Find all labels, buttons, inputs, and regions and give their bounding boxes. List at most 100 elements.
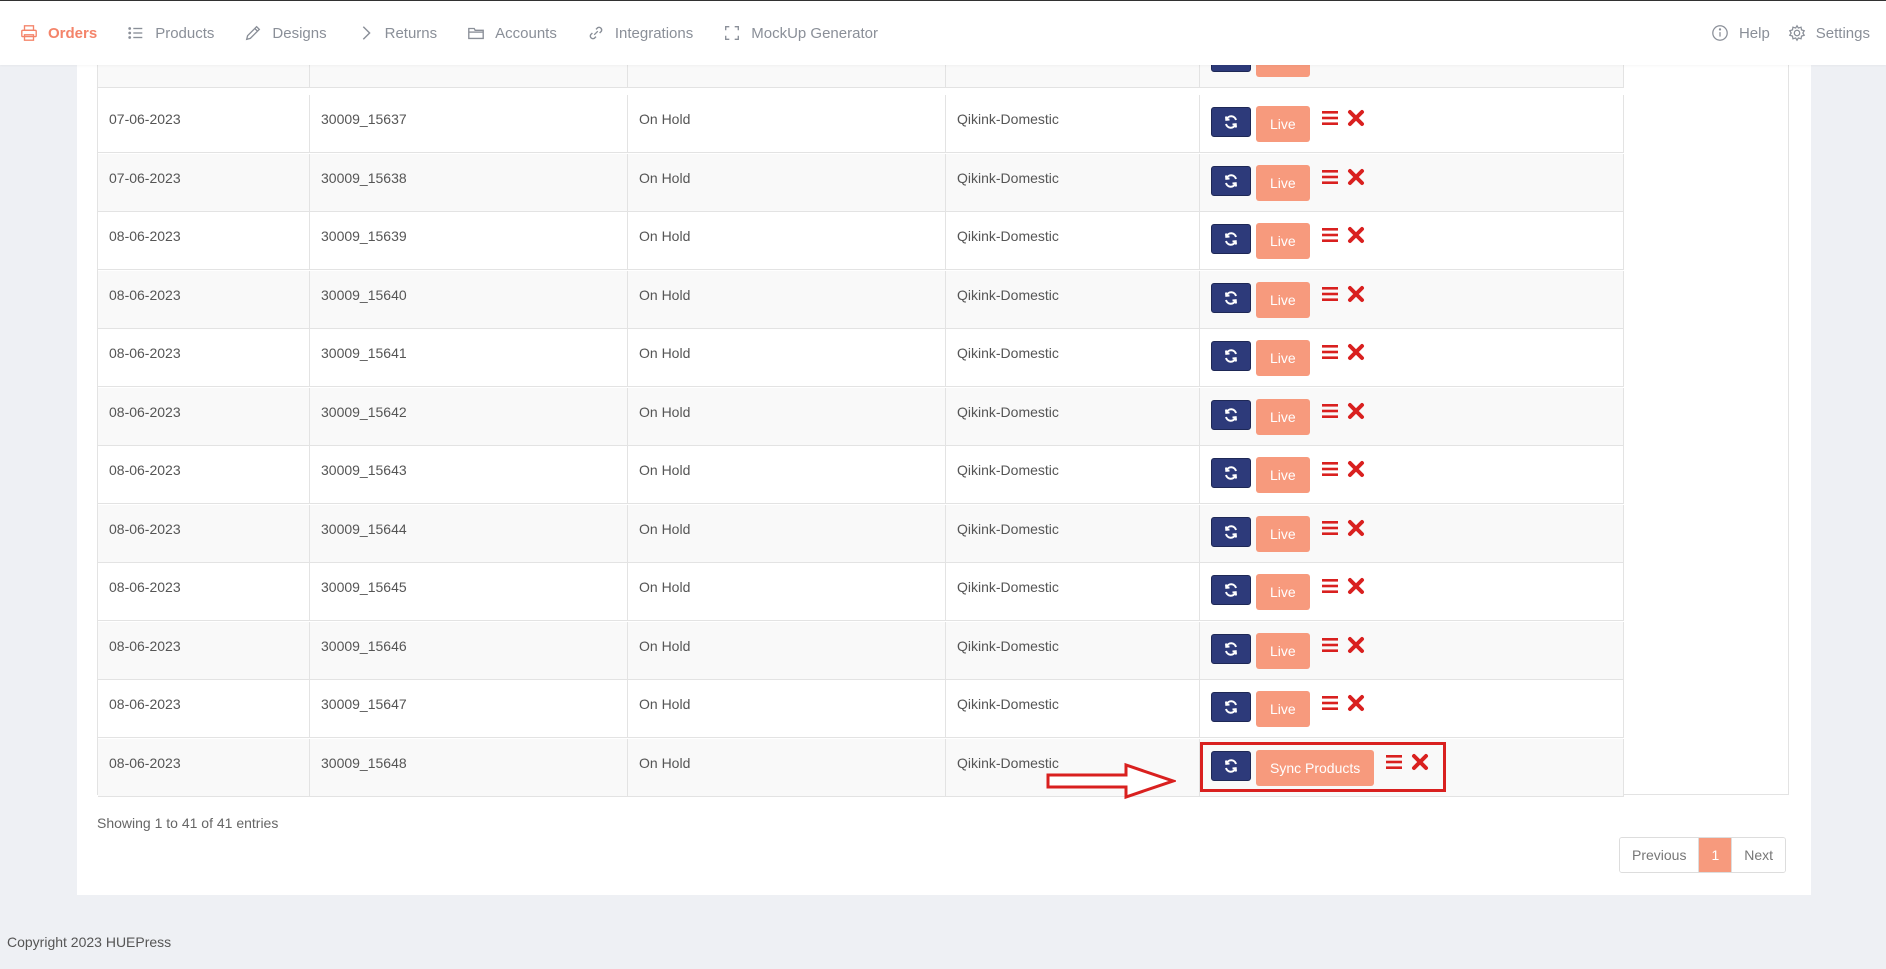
menu-icon[interactable] [1319, 634, 1341, 656]
live-button[interactable]: Live [1256, 574, 1310, 610]
info-icon [1711, 24, 1729, 42]
cell-status: On Hold [628, 504, 946, 562]
nav-item-returns[interactable]: Returns [357, 24, 437, 42]
live-button[interactable]: Live [1256, 632, 1310, 669]
cell-shop: Qikink-Domestic [946, 563, 1200, 620]
footer-copyright: Copyright 2023 HUEPress [7, 934, 172, 950]
nav-item-integrations[interactable]: Integrations [587, 24, 693, 42]
cell-status: On Hold [628, 212, 946, 269]
cell-order-id: 30009_15645 [310, 563, 628, 620]
delete-icon[interactable] [1346, 166, 1366, 188]
cell-date: 08-06-2023 [98, 387, 310, 445]
cell-status: On Hold [628, 563, 946, 620]
sync-button[interactable] [1211, 282, 1251, 313]
delete-icon[interactable] [1346, 283, 1366, 305]
entries-info: Showing 1 to 41 of 41 entries [97, 815, 279, 831]
delete-icon[interactable] [1346, 458, 1366, 480]
cell-order-id: 30009_15638 [310, 153, 628, 211]
cell-order-id: 30009_15642 [310, 387, 628, 445]
cell-status: On Hold [628, 329, 946, 386]
delete-icon[interactable] [1346, 107, 1366, 129]
delete-icon[interactable] [1346, 634, 1366, 656]
nav-item-accounts[interactable]: Accounts [467, 24, 557, 42]
refresh-icon [1225, 583, 1237, 597]
live-button[interactable]: Live [1256, 281, 1310, 318]
delete-icon[interactable] [1346, 692, 1366, 714]
nav-label: Help [1738, 24, 1770, 42]
menu-icon[interactable] [1319, 107, 1341, 129]
refresh-icon [1225, 232, 1237, 246]
nav-item-orders[interactable]: Orders [20, 24, 97, 42]
sync-button[interactable] [1211, 107, 1251, 137]
delete-icon[interactable] [1346, 341, 1366, 363]
sync-button[interactable] [1211, 458, 1251, 488]
previous-page-button[interactable]: Previous [1620, 838, 1699, 872]
menu-icon[interactable] [1319, 575, 1341, 597]
menu-icon[interactable] [1319, 166, 1341, 188]
page-1-button[interactable]: 1 [1698, 838, 1732, 872]
live-button[interactable]: Live [1256, 691, 1310, 727]
live-button[interactable]: Live [1256, 340, 1310, 376]
sync-button[interactable] [1211, 575, 1251, 605]
nav-item-help[interactable]: Help [1711, 24, 1770, 42]
nav-item-settings[interactable]: Settings [1788, 24, 1870, 42]
cell-shop: Qikink-Domestic [946, 95, 1200, 152]
sync-button[interactable] [1211, 399, 1251, 430]
table-row: 08-06-2023 30009_15646 On Hold Qikink-Domes… [98, 621, 1624, 680]
cell-order-id: 30009_15640 [310, 270, 628, 328]
top-navbar: Orders Products Designs Returns Accounts [0, 1, 1886, 65]
refresh-icon [1225, 115, 1237, 129]
cell-shop: Qikink-Domestic [946, 212, 1200, 269]
delete-icon[interactable] [1346, 224, 1366, 246]
cell-shop: Qikink-Domestic [946, 153, 1200, 211]
nav-label: Orders [48, 24, 98, 42]
live-button[interactable]: Live [1256, 164, 1310, 201]
pencil-icon [244, 24, 262, 42]
sync-button[interactable] [1211, 692, 1251, 722]
cell-order-id: 30009_15641 [310, 329, 628, 386]
cell-shop: Qikink-Domestic [946, 621, 1200, 679]
menu-icon[interactable] [1319, 458, 1341, 480]
cell-date: 08-06-2023 [98, 446, 310, 503]
nav-item-designs[interactable]: Designs [244, 24, 327, 42]
cell-shop: Qikink-Domestic [946, 680, 1200, 737]
nav-item-products[interactable]: Products [127, 24, 214, 42]
menu-icon[interactable] [1319, 224, 1341, 246]
delete-icon[interactable] [1346, 517, 1366, 539]
cell-date: 08-06-2023 [98, 212, 310, 269]
live-button[interactable]: Live [1256, 106, 1310, 142]
refresh-icon [1225, 290, 1237, 305]
cell-status: On Hold [628, 621, 946, 679]
menu-icon[interactable] [1319, 400, 1341, 422]
menu-icon[interactable] [1319, 283, 1341, 305]
table-row: 08-06-2023 30009_15644 On Hold Qikink-Domes… [98, 504, 1624, 563]
sync-button[interactable] [1211, 341, 1251, 371]
sync-button[interactable] [1211, 165, 1251, 196]
nav-label: Designs [272, 24, 327, 42]
sync-button[interactable] [1211, 224, 1251, 254]
live-button[interactable]: Live [1256, 515, 1310, 552]
cell-date: 07-06-2023 [98, 95, 310, 152]
menu-icon[interactable] [1319, 517, 1341, 539]
cell-order-id: 30009_15637 [310, 95, 628, 152]
cell-actions: Live [1200, 446, 1624, 503]
delete-icon[interactable] [1346, 575, 1366, 597]
nav-label: Products [155, 24, 215, 42]
nav-item-mockup-generator[interactable]: MockUp Generator [723, 24, 878, 42]
sync-button[interactable] [1211, 633, 1251, 664]
live-button[interactable]: Live [1256, 457, 1310, 493]
live-button[interactable]: Live [1256, 223, 1310, 259]
table-row: 08-06-2023 30009_15640 On Hold Qikink-Domes… [98, 270, 1624, 329]
folder-icon [467, 24, 485, 42]
cell-actions: Live [1200, 504, 1624, 562]
cell-actions: Live [1200, 95, 1624, 152]
sync-button[interactable] [1211, 516, 1251, 547]
live-button[interactable]: Live [1256, 398, 1310, 435]
cell-status: On Hold [628, 153, 946, 211]
menu-icon[interactable] [1319, 341, 1341, 363]
delete-icon[interactable] [1346, 400, 1366, 422]
menu-icon[interactable] [1319, 692, 1341, 714]
cell-actions: Live [1200, 387, 1624, 445]
next-page-button[interactable]: Next [1731, 838, 1786, 872]
cell-date: 08-06-2023 [98, 680, 310, 737]
